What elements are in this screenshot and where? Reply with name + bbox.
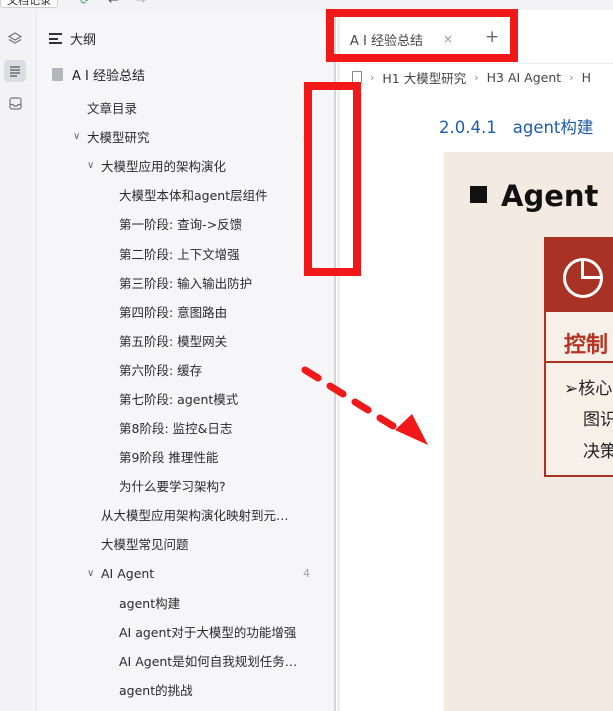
card-divider — [546, 361, 613, 363]
card-line: 图识 — [583, 410, 613, 430]
outline-item-label: 第二阶段: 上下文增强 — [119, 246, 240, 262]
outline-item[interactable]: 第8阶段: 监控&日志 — [37, 413, 334, 442]
outline-item-count: 4 — [303, 566, 310, 580]
outline-item-label: 第七阶段: agent模式 — [119, 391, 239, 407]
chevron-down-icon[interactable]: ∨ — [87, 160, 94, 171]
section-heading: 2.0.4.1 agent构建 — [439, 114, 593, 138]
outline-item-label: 第五阶段: 模型网关 — [119, 333, 228, 349]
square-bullet-icon — [470, 186, 487, 203]
inbox-icon[interactable] — [4, 92, 26, 114]
outline-item-label: 第一阶段: 查询->反馈 — [119, 217, 243, 233]
outline-item-label: AI agent对于大模型的功能增强 — [119, 624, 297, 640]
embedded-image[interactable]: Agent 控制 ➢核心 图识 决策 — [444, 152, 613, 711]
outline-item[interactable]: AI Agent是如何自我规划任务… — [37, 646, 334, 675]
outline-title: 大纲 — [70, 33, 97, 48]
chevron-right-icon: › — [474, 70, 479, 84]
outline-item[interactable]: 大模型常见问题 — [37, 529, 334, 558]
outline-item[interactable]: ∨ 大模型研究 4 — [37, 122, 334, 151]
outline-item-label: 大模型研究 — [87, 130, 150, 146]
heading-text: agent构建 — [512, 118, 594, 137]
outline-item-label: 从大模型应用架构演化映射到元… — [101, 508, 289, 524]
outline-item[interactable]: 从大模型应用架构演化映射到元… — [37, 500, 334, 529]
outline-header: 大纲 — [49, 29, 96, 48]
outline-item[interactable]: 第六阶段: 缓存 — [37, 355, 334, 384]
doc-title-label: A Ⅰ 经验总结 — [72, 69, 145, 84]
outline-item[interactable]: 文章目录 — [37, 93, 334, 122]
outline-item-label: 大模型常见问题 — [101, 537, 189, 553]
chevron-right-icon: › — [370, 70, 375, 84]
breadcrumb-item[interactable]: H3 AI Agent — [487, 70, 562, 85]
outline-item-label: AI Agent — [101, 565, 155, 581]
outline-tree: 文章目录 ∨ 大模型研究 4 ∨ 大模型应用的架构演化 1 大模型本体和agent层组件 第一阶… — [37, 93, 334, 704]
file-icon — [52, 68, 63, 81]
outline-item-label: 大模型应用的架构演化 — [101, 159, 227, 175]
outline-item[interactable]: 第9阶段 推理性能 — [37, 442, 334, 471]
outline-item[interactable]: ∨ AI Agent 4 — [37, 559, 334, 588]
chevron-down-icon[interactable]: ∨ — [73, 131, 80, 142]
outline-item-label: 第四阶段: 意图路由 — [119, 304, 228, 320]
breadcrumb-item[interactable]: H1 大模型研究 — [382, 68, 466, 87]
sync-icon[interactable]: ⟳ — [80, 0, 89, 7]
outline-item-label: 第8阶段: 监控&日志 — [119, 421, 233, 437]
outline-item[interactable]: 大模型本体和agent层组件 — [37, 180, 334, 209]
card-header — [546, 239, 613, 312]
outline-item[interactable]: agent构建 — [37, 588, 334, 617]
card-line: ➢核心 — [564, 379, 613, 399]
outline-item-label: 第9阶段 推理性能 — [119, 450, 219, 466]
outline-item-label: 第六阶段: 缓存 — [119, 362, 203, 378]
outline-item-label: 文章目录 — [87, 101, 138, 117]
forward-arrow-icon[interactable]: → — [135, 0, 146, 8]
outline-item-label: agent构建 — [119, 595, 181, 611]
back-arrow-icon[interactable]: ← — [108, 0, 119, 8]
outline-doc-title[interactable]: A Ⅰ 经验总结 — [52, 65, 145, 84]
layers-icon[interactable] — [4, 28, 26, 50]
outline-item-label: 为什么要学习架构? — [119, 479, 226, 495]
card-line: 决策 — [583, 442, 613, 462]
outline-item[interactable]: 第一阶段: 查询->反馈 — [37, 209, 334, 238]
image-title: Agent — [470, 179, 598, 213]
chevron-right-icon: › — [569, 70, 574, 84]
outline-item[interactable]: 第五阶段: 模型网关 — [37, 326, 334, 355]
outline-item[interactable]: agent的挑战 — [37, 675, 334, 704]
outline-item-label: 第三阶段: 输入输出防护 — [119, 275, 253, 291]
editor-area: A Ⅰ 经验总结 × + › H1 大模型研究 › H3 AI Agent › … — [340, 10, 613, 711]
doc-switch-dropdown[interactable]: 文档记录 — [0, 0, 58, 8]
outline-item-label: agent的挑战 — [119, 682, 193, 698]
heading-number: 2.0.4.1 — [439, 118, 497, 137]
outline-item[interactable]: ∨ 大模型应用的架构演化 1 — [37, 151, 334, 180]
card-title: 控制 — [564, 333, 609, 358]
annotation-box-tab — [326, 9, 518, 62]
title-bar: 文档记录 ⟳ ← → — [0, 0, 613, 10]
outline-item-label: AI Agent是如何自我规划任务… — [119, 653, 298, 669]
annotation-box-divider — [304, 82, 361, 276]
image-card: 控制 ➢核心 图识 决策 — [544, 237, 613, 477]
outline-item[interactable]: 第二阶段: 上下文增强 — [37, 238, 334, 267]
breadcrumb-item[interactable]: H — [582, 70, 591, 85]
outline-item[interactable]: 第七阶段: agent模式 — [37, 384, 334, 413]
outline-menu-icon — [49, 33, 62, 44]
outline-item-label: 大模型本体和agent层组件 — [119, 188, 268, 204]
outline-item[interactable]: 第三阶段: 输入输出防护 — [37, 268, 334, 297]
pie-chart-icon — [563, 258, 603, 298]
breadcrumb: › H1 大模型研究 › H3 AI Agent › H — [352, 66, 591, 88]
outline-item[interactable]: 第四阶段: 意图路由 — [37, 297, 334, 326]
icon-rail — [0, 10, 37, 711]
outline-panel: 大纲 A Ⅰ 经验总结 文章目录 ∨ 大模型研究 4 ∨ 大模型应用的架构演化 1 大模型本体… — [37, 10, 334, 711]
chevron-down-icon[interactable]: ∨ — [87, 568, 94, 579]
outline-item[interactable]: AI agent对于大模型的功能增强 — [37, 617, 334, 646]
outline-item[interactable]: 为什么要学习架构? — [37, 471, 334, 500]
outline-icon[interactable] — [4, 60, 26, 82]
